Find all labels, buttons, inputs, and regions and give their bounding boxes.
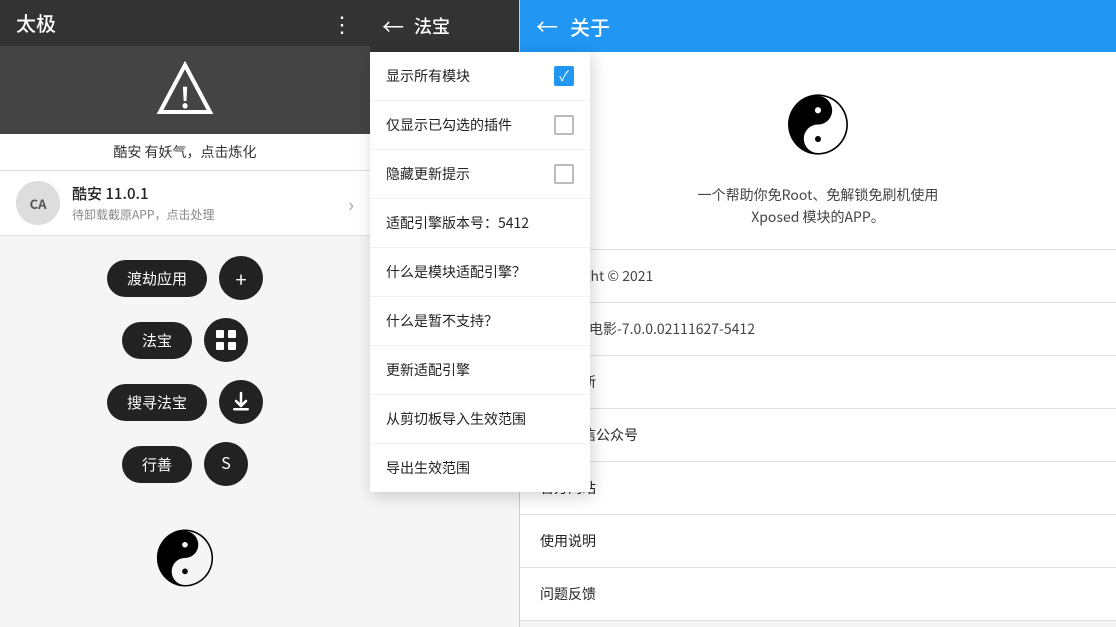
svg-text:CA: CA <box>30 194 48 213</box>
btn-fabao-label: 法宝 <box>122 322 192 359</box>
action-btn-fabao[interactable]: 法宝 <box>122 318 248 362</box>
dropdown-item-hide-update[interactable]: 隐藏更新提示 <box>370 150 590 199</box>
about-version: 版本号: 电影-7.0.0.02111627-5412 <box>520 303 1116 356</box>
about-logo-area: ☯ 一个帮助你免Root、免解锁免刷机使用Xposed 模块的APP。 <box>520 52 1116 250</box>
about-manual[interactable]: 使用说明 <box>520 515 1116 568</box>
about-wechat[interactable]: 关注微信公众号 <box>520 409 1116 462</box>
dropdown-not-support-label: 什么是暂不支持？ <box>386 311 498 331</box>
dropdown-menu: 显示所有模块 ✓ 仅显示已勾选的插件 隐藏更新提示 适配引擎版本号：5412 什… <box>370 52 590 492</box>
app-row[interactable]: CA 酷安 11.0.1 待卸载截原APP，点击处理 › <box>0 171 370 236</box>
right-title: 关于 <box>570 12 610 41</box>
dropdown-version-label: 适配引擎版本号：5412 <box>386 213 529 233</box>
action-btn-good[interactable]: 行善 S <box>122 442 248 486</box>
svg-text:!: ! <box>180 77 190 117</box>
dropdown-export-label: 导出生效范围 <box>386 458 470 478</box>
btn-good-label: 行善 <box>122 446 192 483</box>
left-title: 太极 <box>16 8 56 37</box>
middle-title: 法宝 <box>414 13 450 39</box>
dropdown-item-update-engine[interactable]: 更新适配引擎 <box>370 346 590 395</box>
dropdown-item-export[interactable]: 导出生效范围 <box>370 444 590 492</box>
dropdown-item-import-clipboard[interactable]: 从剪切板导入生效范围 <box>370 395 590 444</box>
btn-rescue-label: 渡劫应用 <box>107 260 207 297</box>
about-yin-yang-icon: ☯ <box>786 76 850 168</box>
app-info: 酷安 11.0.1 待卸载截原APP，点击处理 <box>72 183 348 223</box>
buttons-area: 渡劫应用 + 法宝 搜寻法宝 行 <box>0 236 370 627</box>
dropdown-show-all-label: 显示所有模块 <box>386 66 470 86</box>
dropdown-item-only-checked[interactable]: 仅显示已勾选的插件 <box>370 101 590 150</box>
menu-dots-icon[interactable]: ⋮ <box>331 7 354 39</box>
grid-icon <box>215 329 237 351</box>
right-header: ← 关于 <box>520 0 1116 52</box>
svg-text:S: S <box>221 453 231 474</box>
dropdown-item-not-support[interactable]: 什么是暂不支持？ <box>370 297 590 346</box>
about-copyright: Copyright © 2021 <box>520 250 1116 303</box>
middle-header: ← 法宝 <box>370 0 519 52</box>
btn-rescue-icon: + <box>219 256 263 300</box>
right-back-icon[interactable]: ← <box>536 10 558 42</box>
btn-fabao-icon <box>204 318 248 362</box>
checkbox-hide-update[interactable] <box>554 164 574 184</box>
about-desc: 一个帮助你免Root、免解锁免刷机使用Xposed 模块的APP。 <box>698 184 939 229</box>
btn-good-icon: S <box>204 442 248 486</box>
dropdown-hide-update-label: 隐藏更新提示 <box>386 164 470 184</box>
yin-yang-bottom-icon: ☯ <box>155 512 215 599</box>
action-btn-rescue[interactable]: 渡劫应用 + <box>107 256 263 300</box>
warning-text[interactable]: 酷安 有妖气，点击炼化 <box>0 134 370 171</box>
btn-search-label: 搜寻法宝 <box>107 384 207 421</box>
dropdown-item-show-all[interactable]: 显示所有模块 ✓ <box>370 52 590 101</box>
left-header: 太极 ⋮ <box>0 0 370 46</box>
warning-banner: ! <box>0 46 370 134</box>
dropdown-only-checked-label: 仅显示已勾选的插件 <box>386 115 512 135</box>
dropdown-item-version: 适配引擎版本号：5412 <box>370 199 590 248</box>
app-name: 酷安 11.0.1 <box>72 183 348 204</box>
checkbox-only-checked[interactable] <box>554 115 574 135</box>
about-feedback[interactable]: 问题反馈 <box>520 568 1116 621</box>
warning-triangle-icon: ! <box>155 60 215 120</box>
app-sub: 待卸载截原APP，点击处理 <box>72 206 348 223</box>
action-btn-search[interactable]: 搜寻法宝 <box>107 380 263 424</box>
download-icon <box>230 391 252 413</box>
app-logo-icon: CA <box>16 181 60 225</box>
dropdown-update-engine-label: 更新适配引擎 <box>386 360 470 380</box>
btn-search-icon <box>219 380 263 424</box>
about-website[interactable]: 官方网站 <box>520 462 1116 515</box>
dropdown-import-clipboard-label: 从剪切板导入生效范围 <box>386 409 526 429</box>
app-chevron-icon: › <box>348 189 354 218</box>
dollar-icon: S <box>215 453 237 475</box>
dropdown-what-engine-label: 什么是模块适配引擎？ <box>386 262 526 282</box>
middle-back-icon[interactable]: ← <box>382 10 404 42</box>
app-icon: CA <box>16 181 60 225</box>
right-content: ☯ 一个帮助你免Root、免解锁免刷机使用Xposed 模块的APP。 Copy… <box>520 52 1116 627</box>
about-check-update[interactable]: 检查更新 <box>520 356 1116 409</box>
middle-panel: ← 法宝 钉钉助手 钉钉工具 显示所有模块 ✓ 仅显示已勾选的插件 隐藏更新提示 <box>370 0 520 627</box>
dropdown-item-what-engine[interactable]: 什么是模块适配引擎？ <box>370 248 590 297</box>
checkbox-show-all[interactable]: ✓ <box>554 66 574 86</box>
left-panel: 太极 ⋮ ! 酷安 有妖气，点击炼化 CA 酷安 11.0.1 待卸载截原APP… <box>0 0 370 627</box>
right-panel: ← 关于 ☯ 一个帮助你免Root、免解锁免刷机使用Xposed 模块的APP。… <box>520 0 1116 627</box>
